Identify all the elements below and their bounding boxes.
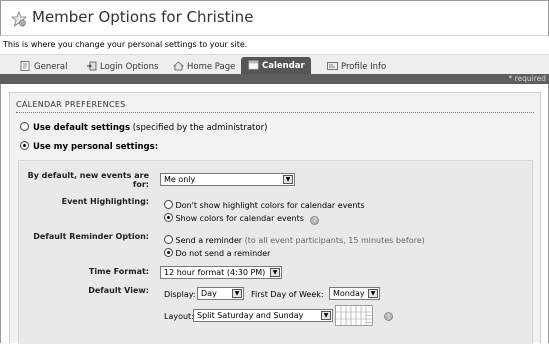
display-label: Display: (164, 290, 196, 299)
help-icon[interactable]: ? (384, 312, 393, 321)
use-default-note: (specified by the administrator) (130, 123, 268, 133)
chevron-down-icon: ▼ (368, 289, 378, 298)
send-reminder-option[interactable]: Send a reminder (to all event participan… (164, 235, 425, 245)
chevron-down-icon: ▼ (321, 311, 331, 320)
tab-calendar-label: Calendar (262, 61, 305, 71)
no-reminder-radio[interactable] (164, 248, 173, 257)
tab-general[interactable]: General (20, 58, 68, 75)
page-title: Member Options for Christine (32, 8, 254, 26)
use-personal-label: Use my personal settings: (33, 142, 159, 152)
home-page-icon (173, 61, 184, 71)
use-personal-radio[interactable] (20, 141, 29, 150)
help-icon[interactable]: ? (310, 216, 320, 225)
tab-profile-info-label: Profile Info (341, 62, 387, 72)
no-reminder-option[interactable]: Do not send a reminder (164, 248, 270, 258)
tab-home-page[interactable]: Home Page (173, 58, 235, 75)
tab-strip: General Login Options Home Page Calendar… (0, 54, 549, 75)
default-view-label: Default View: (88, 286, 149, 295)
tab-home-page-label: Home Page (187, 62, 236, 72)
tab-login-options-label: Login Options (100, 62, 159, 72)
first-day-label: First Day of Week: (251, 290, 324, 299)
layout-value: Split Saturday and Sunday (197, 311, 304, 320)
general-icon (20, 61, 30, 71)
show-colors-option[interactable]: Show colors for calendar events ? (164, 213, 320, 225)
default-events-label: By default, new events are for: (27, 171, 149, 189)
member-star-icon (11, 11, 27, 27)
no-reminder-text: Do not send a reminder (175, 249, 271, 258)
tab-general-label: General (34, 62, 68, 72)
layout-label: Layout: (164, 312, 194, 321)
required-note: * required (0, 74, 549, 84)
use-default-settings-option[interactable]: Use default settings (specified by the a… (20, 122, 267, 133)
content-area: CALENDAR PREFERENCES Use default setting… (0, 84, 549, 344)
layout-select[interactable]: Split Saturday and Sunday ▼ (193, 309, 333, 322)
login-options-icon (87, 61, 97, 71)
first-day-select[interactable]: Monday ▼ (329, 287, 380, 300)
tab-calendar[interactable]: Calendar (241, 57, 311, 75)
chevron-down-icon: ▼ (232, 289, 242, 298)
send-reminder-radio[interactable] (164, 235, 173, 244)
show-colors-text: Show colors for calendar events (175, 214, 304, 223)
section-heading: CALENDAR PREFERENCES (16, 100, 534, 113)
use-default-radio[interactable] (20, 122, 29, 131)
no-highlight-text: Don't show highlight colors for calendar… (175, 201, 365, 210)
calendar-icon (248, 60, 259, 70)
calendar-preferences-panel: CALENDAR PREFERENCES Use default setting… (9, 92, 541, 344)
no-highlight-radio[interactable] (164, 200, 173, 209)
no-highlight-option[interactable]: Don't show highlight colors for calendar… (164, 200, 365, 210)
tab-login-options[interactable]: Login Options (86, 58, 158, 75)
default-events-value: Me only (164, 175, 196, 184)
chevron-down-icon: ▼ (283, 175, 293, 184)
use-default-label: Use default settings (33, 123, 131, 133)
default-reminder-label: Default Reminder Option: (33, 232, 149, 241)
display-value: Day (201, 289, 217, 298)
show-colors-radio[interactable] (164, 213, 173, 222)
layout-preview-icon (335, 305, 373, 326)
time-format-select[interactable]: 12 hour format (4:30 PM) ▼ (160, 266, 282, 279)
send-reminder-text: Send a reminder (175, 236, 243, 245)
use-personal-settings-option[interactable]: Use my personal settings: (20, 141, 158, 152)
personal-settings-panel: By default, new events are for: Me only … (18, 160, 533, 344)
first-day-value: Monday (333, 289, 365, 298)
time-format-label: Time Format: (88, 267, 149, 276)
tab-profile-info[interactable]: Profile Info (327, 58, 386, 75)
profile-info-icon (327, 62, 338, 70)
event-highlighting-label: Event Highlighting: (61, 197, 149, 206)
time-format-value: 12 hour format (4:30 PM) (164, 268, 266, 277)
default-events-select[interactable]: Me only ▼ (160, 173, 295, 186)
intro-text: This is where you change your personal s… (3, 40, 248, 49)
chevron-down-icon: ▼ (270, 268, 280, 277)
title-bar: Member Options for Christine (0, 0, 549, 36)
send-reminder-note: (to all event participants, 15 minutes b… (242, 236, 425, 245)
display-select[interactable]: Day ▼ (197, 287, 244, 300)
